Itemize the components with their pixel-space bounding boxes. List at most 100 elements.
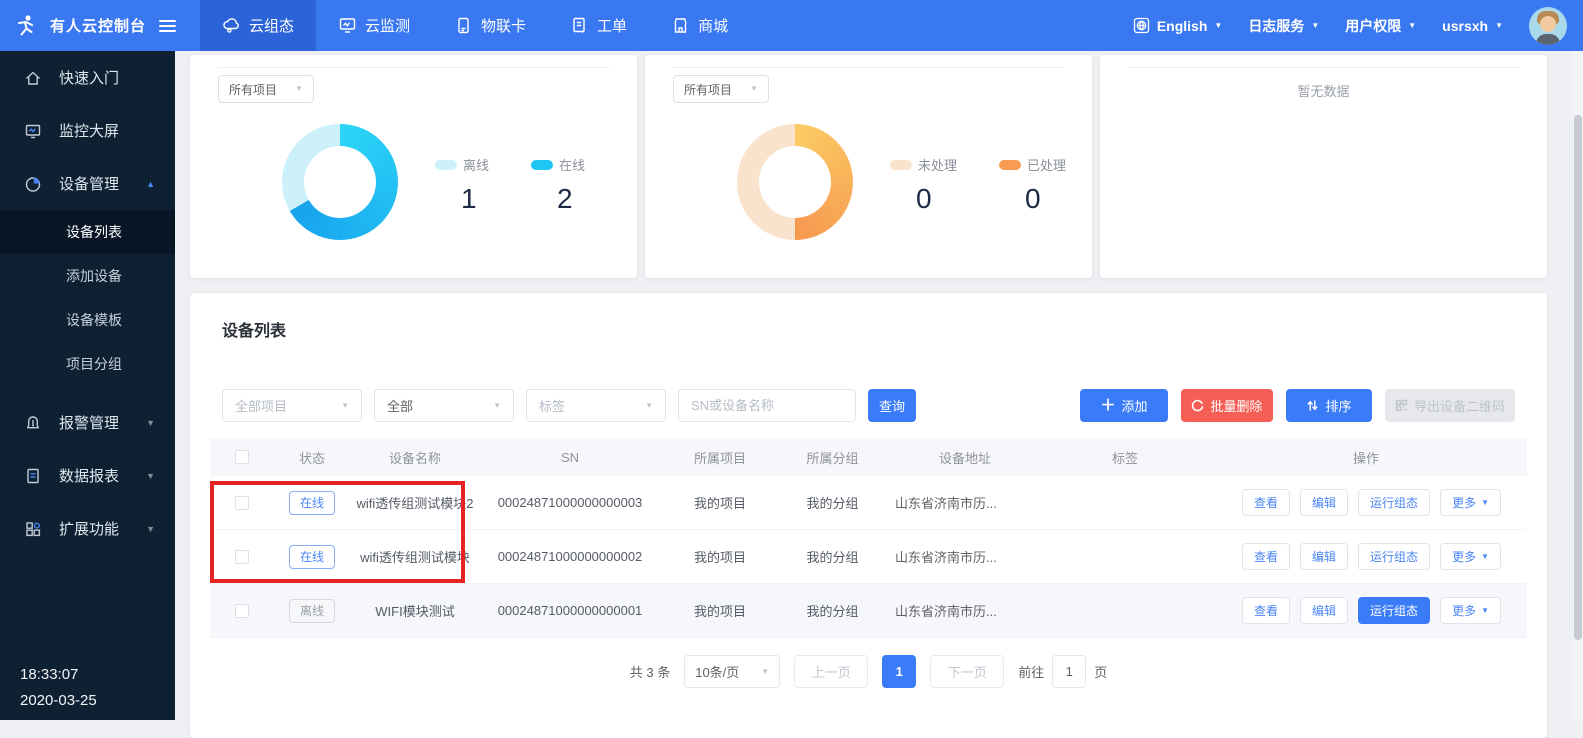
sidebar-item-device-mgmt[interactable]: 设备管理 ▲ bbox=[0, 157, 175, 210]
status-filter-dropdown[interactable]: 全部 ▼ bbox=[374, 389, 514, 422]
edit-button[interactable]: 编辑 bbox=[1300, 597, 1348, 624]
sidebar-item-monitor-screen[interactable]: 监控大屏 bbox=[0, 104, 175, 157]
sidebar-item-extensions[interactable]: 扩展功能 ▼ bbox=[0, 502, 175, 555]
goto-page-input[interactable] bbox=[1052, 655, 1086, 688]
main-content: 所有项目 ▼ 离线 1 在线 2 bbox=[175, 51, 1583, 720]
chevron-down-icon: ▼ bbox=[1481, 607, 1489, 615]
unhandled-swatch bbox=[890, 160, 912, 170]
tab-iot-sim[interactable]: 物联卡 bbox=[432, 0, 548, 51]
tag-filter-dropdown[interactable]: 标签 ▼ bbox=[526, 389, 666, 422]
filter-row: 全部项目 ▼ 全部 ▼ 标签 ▼ 查询 ＋ 添加 bbox=[222, 389, 1515, 422]
menu-log-service[interactable]: 日志服务 ▼ bbox=[1248, 16, 1319, 36]
view-button[interactable]: 查看 bbox=[1242, 597, 1290, 624]
select-placeholder: 标签 bbox=[539, 396, 565, 415]
usr-logo-icon bbox=[13, 13, 39, 39]
alarm-status-donut-chart bbox=[737, 124, 853, 240]
project-filter-dropdown[interactable]: 全部项目 ▼ bbox=[222, 389, 362, 422]
handled-swatch bbox=[999, 160, 1021, 170]
tab-cloud-monitor[interactable]: 云监测 bbox=[316, 0, 432, 51]
unhandled-count: 0 bbox=[916, 183, 957, 215]
language-label: English bbox=[1157, 18, 1208, 34]
menu-user-permissions[interactable]: 用户权限 ▼ bbox=[1345, 16, 1416, 36]
table-row: 在线 wifi透传组测试模块 00024871000000000002 我的项目… bbox=[210, 530, 1527, 584]
view-button[interactable]: 查看 bbox=[1242, 489, 1290, 516]
device-group: 我的分组 bbox=[780, 493, 885, 512]
tab-mall[interactable]: 商城 bbox=[649, 0, 750, 51]
view-button[interactable]: 查看 bbox=[1242, 543, 1290, 570]
menu-toggle-icon[interactable] bbox=[159, 20, 176, 32]
chevron-down-icon: ▼ bbox=[341, 402, 349, 410]
sidebar-item-alarm-mgmt[interactable]: 报警管理 ▼ bbox=[0, 396, 175, 449]
chevron-down-icon: ▼ bbox=[750, 85, 758, 93]
avatar[interactable] bbox=[1529, 7, 1567, 45]
row-checkbox[interactable] bbox=[235, 496, 249, 510]
alarm-status-legend: 未处理 0 已处理 0 bbox=[890, 155, 1066, 215]
more-button[interactable]: 更多 ▼ bbox=[1440, 597, 1501, 624]
run-scada-button[interactable]: 运行组态 bbox=[1358, 489, 1430, 516]
edit-button[interactable]: 编辑 bbox=[1300, 489, 1348, 516]
next-page-button[interactable]: 下一页 bbox=[930, 655, 1004, 688]
language-switcher[interactable]: English ▼ bbox=[1133, 17, 1222, 34]
select-all-checkbox[interactable] bbox=[235, 450, 249, 464]
sim-card-icon bbox=[454, 16, 473, 35]
col-project: 所属项目 bbox=[660, 448, 780, 467]
sidebar-item-label: 扩展功能 bbox=[59, 518, 119, 539]
run-scada-button[interactable]: 运行组态 bbox=[1358, 597, 1430, 624]
sidebar-subitem-project-group[interactable]: 项目分组 bbox=[0, 342, 175, 386]
legend-item-unhandled: 未处理 0 bbox=[890, 155, 957, 215]
scrollbar-thumb[interactable] bbox=[1574, 115, 1582, 640]
edit-button[interactable]: 编辑 bbox=[1300, 543, 1348, 570]
prev-page-button[interactable]: 上一页 bbox=[794, 655, 868, 688]
device-project: 我的项目 bbox=[660, 493, 780, 512]
empty-data-card: 暂无数据 bbox=[1100, 55, 1547, 278]
row-checkbox[interactable] bbox=[235, 604, 249, 618]
run-scada-button[interactable]: 运行组态 bbox=[1358, 543, 1430, 570]
sidebar-subitem-add-device[interactable]: 添加设备 bbox=[0, 254, 175, 298]
col-address: 设备地址 bbox=[885, 448, 1045, 467]
button-label: 更多 bbox=[1452, 548, 1476, 565]
button-label: 更多 bbox=[1452, 494, 1476, 511]
tab-work-order[interactable]: 工单 bbox=[548, 0, 649, 51]
project-filter-select[interactable]: 所有项目 ▼ bbox=[218, 75, 314, 103]
goto-page: 前往 页 bbox=[1018, 655, 1107, 688]
sidebar-item-quickstart[interactable]: 快速入门 bbox=[0, 51, 175, 104]
table-row: 离线 WIFI模块测试 00024871000000000001 我的项目 我的… bbox=[210, 584, 1527, 638]
current-page-button[interactable]: 1 bbox=[882, 655, 916, 688]
batch-delete-button[interactable]: 批量删除 bbox=[1181, 389, 1273, 422]
search-input[interactable] bbox=[678, 389, 856, 422]
row-checkbox[interactable] bbox=[235, 550, 249, 564]
user-menu[interactable]: usrsxh ▼ bbox=[1442, 18, 1503, 34]
sidebar-item-label: 数据报表 bbox=[59, 465, 119, 486]
extensions-grid-icon bbox=[24, 520, 42, 538]
page-size-select[interactable]: 10条/页 ▼ bbox=[684, 655, 780, 688]
clock-time: 18:33:07 bbox=[20, 662, 97, 688]
chevron-down-icon: ▼ bbox=[1311, 22, 1319, 30]
device-name: wifi透传组测试模块 bbox=[350, 547, 480, 566]
sidebar-item-data-report[interactable]: 数据报表 ▼ bbox=[0, 449, 175, 502]
project-filter-select[interactable]: 所有项目 ▼ bbox=[673, 75, 769, 103]
col-device-name: 设备名称 bbox=[350, 448, 480, 467]
sort-button[interactable]: 排序 bbox=[1286, 389, 1372, 422]
cloud-icon bbox=[222, 16, 241, 35]
sidebar-subitem-device-template[interactable]: 设备模板 bbox=[0, 298, 175, 342]
brand: 有人云控制台 bbox=[0, 0, 186, 51]
more-button[interactable]: 更多 ▼ bbox=[1440, 489, 1501, 516]
vertical-scrollbar[interactable] bbox=[1573, 51, 1583, 720]
device-address: 山东省济南市历... bbox=[885, 493, 1045, 512]
export-qr-button[interactable]: 导出设备二维码 bbox=[1385, 389, 1515, 422]
total-count: 共 3 条 bbox=[630, 662, 670, 681]
plus-icon: ＋ bbox=[1100, 398, 1115, 413]
menu-label: 日志服务 bbox=[1248, 16, 1304, 36]
legend-item-offline: 离线 1 bbox=[435, 155, 489, 215]
add-button[interactable]: ＋ 添加 bbox=[1080, 389, 1168, 422]
sidebar-item-label: 监控大屏 bbox=[59, 120, 119, 141]
monitor-icon bbox=[338, 16, 357, 35]
device-list-card: 设备列表 全部项目 ▼ 全部 ▼ 标签 ▼ 查询 ＋ 添加 bbox=[190, 293, 1547, 738]
sidebar-subitem-device-list[interactable]: 设备列表 bbox=[0, 210, 175, 254]
sidebar-item-label: 设备管理 bbox=[59, 173, 119, 194]
query-button[interactable]: 查询 bbox=[868, 389, 916, 422]
tab-cloud-scada[interactable]: 云组态 bbox=[200, 0, 316, 51]
more-button[interactable]: 更多 ▼ bbox=[1440, 543, 1501, 570]
legend-label: 离线 bbox=[463, 155, 489, 174]
status-badge: 在线 bbox=[289, 491, 335, 515]
